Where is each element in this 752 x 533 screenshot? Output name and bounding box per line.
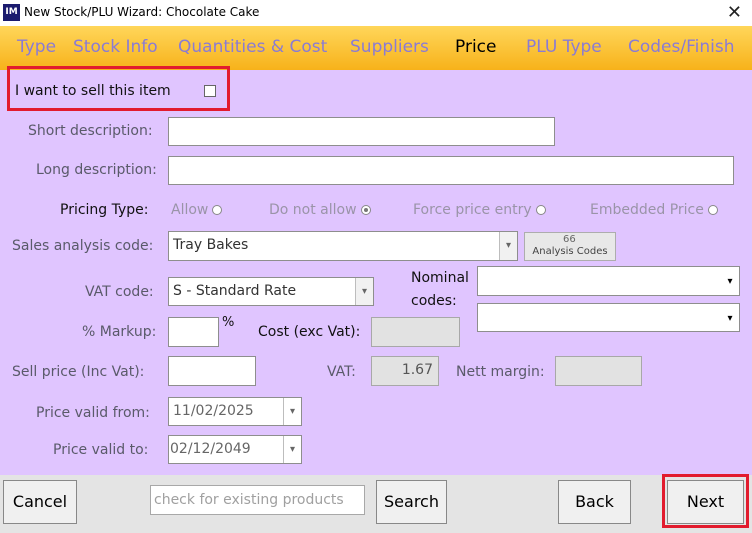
analysis-codes-button[interactable]: 66 Analysis Codes	[524, 232, 616, 261]
price-valid-to-date[interactable]: 02/12/2049 ▾	[168, 435, 302, 464]
tab-suppliers[interactable]: Suppliers	[350, 37, 429, 57]
close-icon[interactable]: ✕	[727, 2, 742, 23]
chevron-down-icon[interactable]: ▾	[721, 304, 739, 331]
markup-label: % Markup:	[82, 324, 157, 340]
markup-input[interactable]	[168, 317, 219, 347]
cost-label: Cost (exc Vat):	[258, 324, 361, 340]
app-icon: IM	[3, 4, 20, 21]
price-valid-from-date[interactable]: 11/02/2025 ▾	[168, 397, 302, 426]
nominal-code-select-1[interactable]: ▾	[477, 266, 740, 296]
vat-label: VAT:	[327, 364, 356, 380]
cancel-button[interactable]: Cancel	[3, 480, 77, 524]
radio-allow[interactable]	[212, 205, 223, 215]
vat-amount: 1.67	[371, 356, 439, 386]
long-description-label: Long description:	[36, 162, 157, 178]
radio-force-price[interactable]	[535, 205, 546, 215]
sell-item-highlight	[7, 66, 230, 111]
pricing-option-force-price[interactable]: Force price entry	[413, 202, 546, 218]
search-button[interactable]: Search	[376, 480, 447, 524]
short-description-input[interactable]	[168, 117, 555, 146]
vat-code-select[interactable]: S - Standard Rate ▾	[168, 277, 374, 306]
nett-margin-label: Nett margin:	[456, 364, 545, 380]
tab-stock-info[interactable]: Stock Info	[73, 37, 158, 57]
window-title: New Stock/PLU Wizard: Chocolate Cake	[24, 5, 260, 19]
search-input[interactable]: check for existing products	[150, 485, 365, 515]
pricing-type-label: Pricing Type:	[60, 202, 149, 218]
tab-plu-type[interactable]: PLU Type	[526, 37, 602, 57]
chevron-down-icon[interactable]: ▾	[499, 232, 517, 260]
tab-quantities-cost[interactable]: Quantities & Cost	[178, 37, 327, 57]
chevron-down-icon[interactable]: ▾	[355, 278, 373, 305]
radio-embedded-price[interactable]	[707, 205, 718, 215]
wizard-tab-bar: Type Stock Info Quantities & Cost Suppli…	[0, 26, 752, 70]
price-valid-to-label: Price valid to:	[53, 442, 149, 458]
cost-input	[371, 317, 460, 347]
chevron-down-icon[interactable]: ▾	[283, 398, 301, 425]
tab-price[interactable]: Price	[455, 37, 496, 57]
back-button[interactable]: Back	[558, 480, 631, 524]
price-valid-from-label: Price valid from:	[36, 405, 150, 421]
vat-code-label: VAT code:	[85, 284, 154, 300]
glasses-icon: 66	[563, 234, 576, 245]
nominal-codes-label: Nominal	[411, 270, 469, 286]
short-description-label: Short description:	[28, 123, 153, 139]
tab-type[interactable]: Type	[17, 37, 56, 57]
tab-codes-finish[interactable]: Codes/Finish	[628, 37, 735, 57]
sell-price-label: Sell price (Inc Vat):	[12, 364, 145, 380]
pricing-option-do-not-allow[interactable]: Do not allow	[269, 202, 371, 218]
title-bar: IM New Stock/PLU Wizard: Chocolate Cake …	[0, 0, 752, 26]
long-description-input[interactable]	[168, 156, 734, 185]
radio-do-not-allow[interactable]	[360, 205, 371, 215]
percent-sign: %	[222, 315, 235, 330]
nominal-codes-label-2: codes:	[411, 293, 457, 309]
next-highlight	[662, 474, 749, 528]
sales-analysis-select[interactable]: Tray Bakes ▾	[168, 231, 518, 261]
sales-analysis-label: Sales analysis code:	[12, 238, 154, 254]
chevron-down-icon[interactable]: ▾	[283, 436, 301, 463]
chevron-down-icon[interactable]: ▾	[721, 267, 739, 295]
nett-margin-input	[555, 356, 642, 386]
pricing-option-embedded-price[interactable]: Embedded Price	[590, 202, 718, 218]
sell-price-input[interactable]	[168, 356, 256, 386]
nominal-code-select-2[interactable]: ▾	[477, 303, 740, 332]
pricing-option-allow[interactable]: Allow	[171, 202, 223, 218]
